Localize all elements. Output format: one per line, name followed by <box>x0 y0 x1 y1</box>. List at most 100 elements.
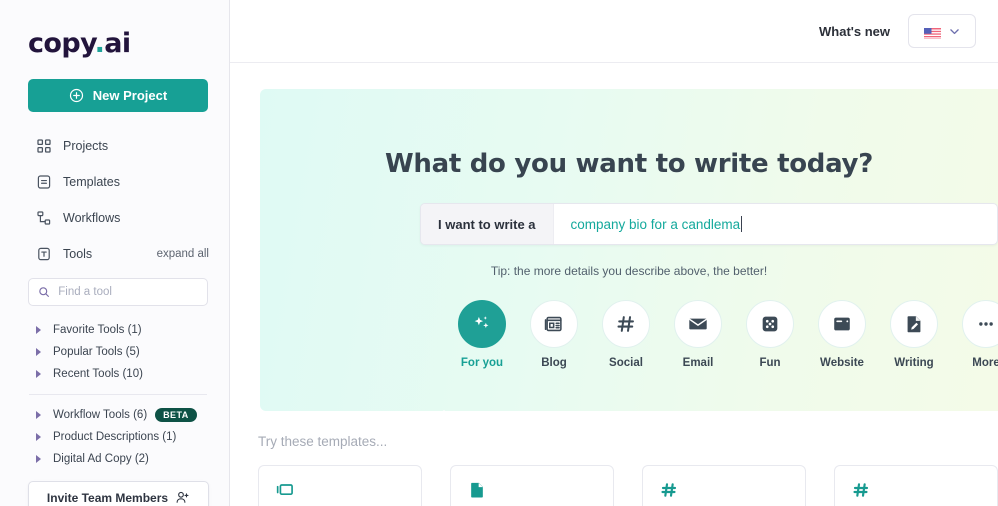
tool-group-label: Workflow Tools (6) <box>53 409 148 421</box>
sidebar: copy.ai New Project Projects Templates W… <box>0 0 230 506</box>
category-blog[interactable]: Blog <box>530 300 578 369</box>
category-label: For you <box>460 357 504 369</box>
category-label: Website <box>820 357 864 369</box>
category-writing[interactable]: Writing <box>890 300 938 369</box>
sparkles-icon <box>458 300 506 348</box>
plus-circle-icon <box>69 88 84 103</box>
tool-group-product-descriptions[interactable]: Product Descriptions (1) <box>0 426 229 448</box>
logo-text-suffix: ai <box>104 28 131 59</box>
user-plus-icon <box>175 490 190 505</box>
expand-all-button[interactable]: expand all <box>157 248 209 260</box>
category-more[interactable]: More <box>962 300 998 369</box>
prompt-prefix-label: I want to write a <box>421 204 554 244</box>
chevron-right-icon <box>36 411 41 419</box>
workflow-icon <box>36 210 52 226</box>
tool-group-popular[interactable]: Popular Tools (5) <box>0 341 229 363</box>
main-content: What's new What do you want to write tod… <box>230 0 998 506</box>
text-cursor <box>741 216 743 232</box>
prompt-bar[interactable]: I want to write a company bio for a cand… <box>420 203 998 245</box>
search-icon <box>38 285 50 299</box>
page-title: What do you want to write today? <box>385 149 873 179</box>
tool-group-label: Digital Ad Copy (2) <box>53 453 149 465</box>
template-card[interactable] <box>450 465 614 506</box>
category-label: Writing <box>894 357 934 369</box>
chevron-right-icon <box>36 433 41 441</box>
template-card[interactable] <box>642 465 806 506</box>
tool-search-box[interactable] <box>28 278 208 306</box>
language-selector[interactable] <box>908 14 976 48</box>
sidebar-item-label: Workflows <box>63 211 121 225</box>
tool-group-label: Popular Tools (5) <box>53 346 140 358</box>
us-flag-icon <box>923 26 941 39</box>
sidebar-item-label: Projects <box>63 139 109 153</box>
grid-icon <box>36 138 52 154</box>
tool-groups-primary: Favorite Tools (1) Popular Tools (5) Rec… <box>0 319 229 385</box>
sidebar-item-label: Templates <box>63 175 120 189</box>
chevron-right-icon <box>36 348 41 356</box>
envelope-icon <box>674 300 722 348</box>
tools-icon <box>36 246 52 262</box>
template-icon <box>36 174 52 190</box>
chevron-right-icon <box>36 370 41 378</box>
hash-icon <box>851 480 997 500</box>
template-card[interactable] <box>258 465 422 506</box>
tool-group-digital-ad-copy[interactable]: Digital Ad Copy (2) <box>0 448 229 470</box>
template-cards <box>258 465 998 506</box>
category-for-you[interactable]: For you <box>458 300 506 369</box>
sidebar-divider <box>29 394 207 395</box>
prompt-input-value: company bio for a candlema <box>570 216 741 232</box>
category-fun[interactable]: Fun <box>746 300 794 369</box>
new-project-button[interactable]: New Project <box>28 79 208 112</box>
tool-group-label: Favorite Tools (1) <box>53 324 142 336</box>
dice-icon <box>746 300 794 348</box>
browser-window-icon <box>818 300 866 348</box>
templates-section-title: Try these templates... <box>258 434 388 449</box>
topbar: What's new <box>230 0 998 63</box>
tool-group-workflow-tools[interactable]: Workflow Tools (6) BETA <box>0 404 229 426</box>
search-input[interactable] <box>58 286 198 298</box>
sidebar-item-projects[interactable]: Projects <box>0 128 229 164</box>
sidebar-item-workflows[interactable]: Workflows <box>0 200 229 236</box>
hero-panel: What do you want to write today? I want … <box>260 89 998 424</box>
newspaper-icon <box>530 300 578 348</box>
ellipsis-icon <box>962 300 998 348</box>
sidebar-item-label: Tools <box>63 247 93 261</box>
sidebar-item-templates[interactable]: Templates <box>0 164 229 200</box>
tool-group-label: Product Descriptions (1) <box>53 431 177 443</box>
chevron-right-icon <box>36 326 41 334</box>
category-label: Social <box>609 357 643 369</box>
template-card[interactable] <box>834 465 998 506</box>
category-email[interactable]: Email <box>674 300 722 369</box>
category-social[interactable]: Social <box>602 300 650 369</box>
app-logo[interactable]: copy.ai <box>0 0 229 59</box>
document-icon <box>467 480 613 500</box>
sidebar-nav: Projects Templates Workflows Tools expan… <box>0 128 229 272</box>
chevron-down-icon <box>948 25 961 38</box>
app-root: copy.ai New Project Projects Templates W… <box>0 0 998 506</box>
invite-label: Invite Team Members <box>46 490 169 505</box>
tool-group-label: Recent Tools (10) <box>53 368 143 380</box>
tool-group-favorite[interactable]: Favorite Tools (1) <box>0 319 229 341</box>
logo-text-main: copy <box>28 28 95 59</box>
category-tabs: For you Blog Social Email Fun Website Wr… <box>260 300 998 369</box>
tool-group-recent[interactable]: Recent Tools (10) <box>0 363 229 385</box>
chevron-right-icon <box>36 455 41 463</box>
beta-badge: BETA <box>155 408 197 422</box>
hash-icon <box>602 300 650 348</box>
document-pen-icon <box>890 300 938 348</box>
invite-team-members-button[interactable]: Invite Team Members <box>28 481 209 506</box>
presentation-icon <box>275 480 421 500</box>
new-project-label: New Project <box>92 88 168 103</box>
category-label: Email <box>682 357 714 369</box>
tool-groups-secondary: Workflow Tools (6) BETA Product Descript… <box>0 404 229 470</box>
whats-new-button[interactable]: What's new <box>819 24 890 39</box>
category-label: More <box>972 357 998 369</box>
hash-icon <box>659 480 805 500</box>
hero-pointer-arrow <box>428 410 460 424</box>
prompt-tip: Tip: the more details you describe above… <box>490 264 768 278</box>
prompt-input[interactable]: company bio for a candlema <box>554 204 997 244</box>
category-website[interactable]: Website <box>818 300 866 369</box>
category-label: Fun <box>759 357 781 369</box>
category-label: Blog <box>541 357 567 369</box>
sidebar-item-tools[interactable]: Tools expand all <box>0 236 229 272</box>
